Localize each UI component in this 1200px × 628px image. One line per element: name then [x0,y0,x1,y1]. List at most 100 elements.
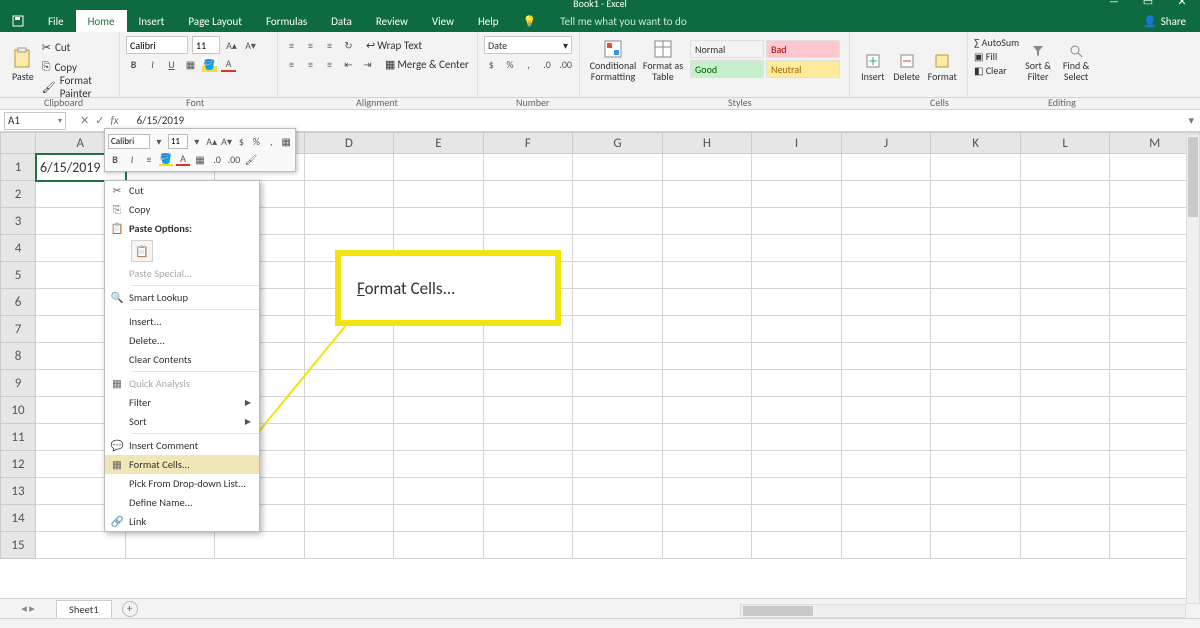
paste-button[interactable]: Paste [6,36,40,82]
share-button[interactable]: 👤 Share [1129,10,1200,32]
quick-save-icon[interactable] [0,10,36,32]
ctx-clear-contents[interactable]: Clear Contents [105,350,259,369]
cell[interactable] [1021,532,1111,559]
tab-data[interactable]: Data [319,10,364,32]
mini-font-size[interactable] [168,134,188,149]
cell[interactable] [573,505,663,532]
cell[interactable] [842,532,932,559]
row-header[interactable]: 8 [0,343,36,370]
inc-decimal-icon[interactable]: .00 [227,152,241,166]
grow-font-icon[interactable]: A▴ [206,134,218,148]
cell[interactable] [842,289,932,316]
cell[interactable] [1021,208,1111,235]
cell[interactable] [394,532,484,559]
cell[interactable] [842,424,932,451]
fill-color-icon[interactable]: 🪣 [159,152,173,166]
cell[interactable] [752,505,842,532]
maximize-icon[interactable]: ▭ [1134,0,1162,5]
cell[interactable] [573,478,663,505]
ctx-format-cells[interactable]: ▦Format Cells... [105,455,259,474]
ctx-cut[interactable]: ✂Cut [105,181,259,200]
cell[interactable] [394,370,484,397]
border-icon[interactable]: ▦ [183,57,198,72]
cell[interactable] [1021,478,1111,505]
row-header[interactable]: 5 [0,262,36,289]
cell[interactable] [484,181,574,208]
percent-icon[interactable]: % [250,134,262,148]
ctx-link[interactable]: 🔗Link [105,512,259,531]
cell[interactable] [842,397,932,424]
format-painter-button[interactable]: 🖌Format Painter [42,78,113,96]
ctx-pick-from-list[interactable]: Pick From Drop-down List... [105,474,259,493]
cell[interactable] [305,208,395,235]
font-family-select[interactable] [126,36,188,54]
tab-insert[interactable]: Insert [127,10,177,32]
row-header[interactable]: 4 [0,235,36,262]
cell[interactable] [394,505,484,532]
find-select-button[interactable]: Find & Select [1057,36,1095,82]
border-icon[interactable]: ▦ [280,134,292,148]
align-center-icon[interactable]: ≡ [303,57,318,72]
cell[interactable] [663,370,753,397]
align-top-icon[interactable]: ≡ [284,38,299,53]
cell[interactable] [663,208,753,235]
tab-file[interactable]: File [36,10,76,32]
cell[interactable] [842,343,932,370]
ctx-define-name[interactable]: Define Name... [105,493,259,512]
row-header[interactable]: 3 [0,208,36,235]
cell[interactable] [573,343,663,370]
align-bottom-icon[interactable]: ≡ [322,38,337,53]
cell[interactable] [663,532,753,559]
tab-view[interactable]: View [420,10,466,32]
cell[interactable] [752,343,842,370]
cell[interactable] [931,262,1021,289]
cell[interactable] [752,370,842,397]
row-header[interactable]: 1 [0,154,36,181]
cell[interactable] [305,154,395,181]
row-header[interactable]: 6 [0,289,36,316]
align-middle-icon[interactable]: ≡ [303,38,318,53]
cell[interactable] [752,532,842,559]
currency-icon[interactable]: $ [484,57,499,72]
column-header[interactable]: F [484,132,574,154]
cell[interactable] [1021,451,1111,478]
comma-icon[interactable]: , [521,57,536,72]
cell[interactable] [842,316,932,343]
cell[interactable] [484,478,574,505]
cell[interactable] [573,532,663,559]
cell[interactable] [1021,235,1111,262]
cell[interactable] [752,154,842,181]
cell[interactable] [931,451,1021,478]
font-color-icon[interactable]: A [221,57,236,72]
tab-home[interactable]: Home [76,10,127,32]
cell[interactable] [484,208,574,235]
cell[interactable] [1021,262,1111,289]
insert-cells-button[interactable]: Insert [856,36,890,82]
cell[interactable] [1021,154,1111,181]
cell[interactable] [305,505,395,532]
cancel-formula-icon[interactable]: ✕ [80,114,89,127]
tellme-bulb-icon[interactable]: 💡 [511,10,549,32]
cell[interactable] [931,424,1021,451]
cell[interactable] [305,532,395,559]
cell[interactable] [931,154,1021,181]
cell[interactable] [1021,424,1111,451]
align-left-icon[interactable]: ≡ [284,57,299,72]
row-header[interactable]: 2 [0,181,36,208]
row-header[interactable]: 9 [0,370,36,397]
autosum-button[interactable]: ∑ AutoSum [974,36,1019,49]
column-header[interactable]: E [394,132,484,154]
indent-inc-icon[interactable]: ⇥ [360,57,375,72]
border-icon[interactable]: ▦ [193,152,207,166]
cell[interactable] [484,532,574,559]
cell[interactable] [842,181,932,208]
row-header[interactable]: 7 [0,316,36,343]
cell[interactable] [663,505,753,532]
cell[interactable] [931,289,1021,316]
add-sheet-button[interactable]: + [122,601,138,617]
column-header[interactable]: J [842,132,932,154]
cell[interactable] [1021,397,1111,424]
cell[interactable] [752,235,842,262]
cell[interactable] [573,181,663,208]
cell[interactable] [663,235,753,262]
